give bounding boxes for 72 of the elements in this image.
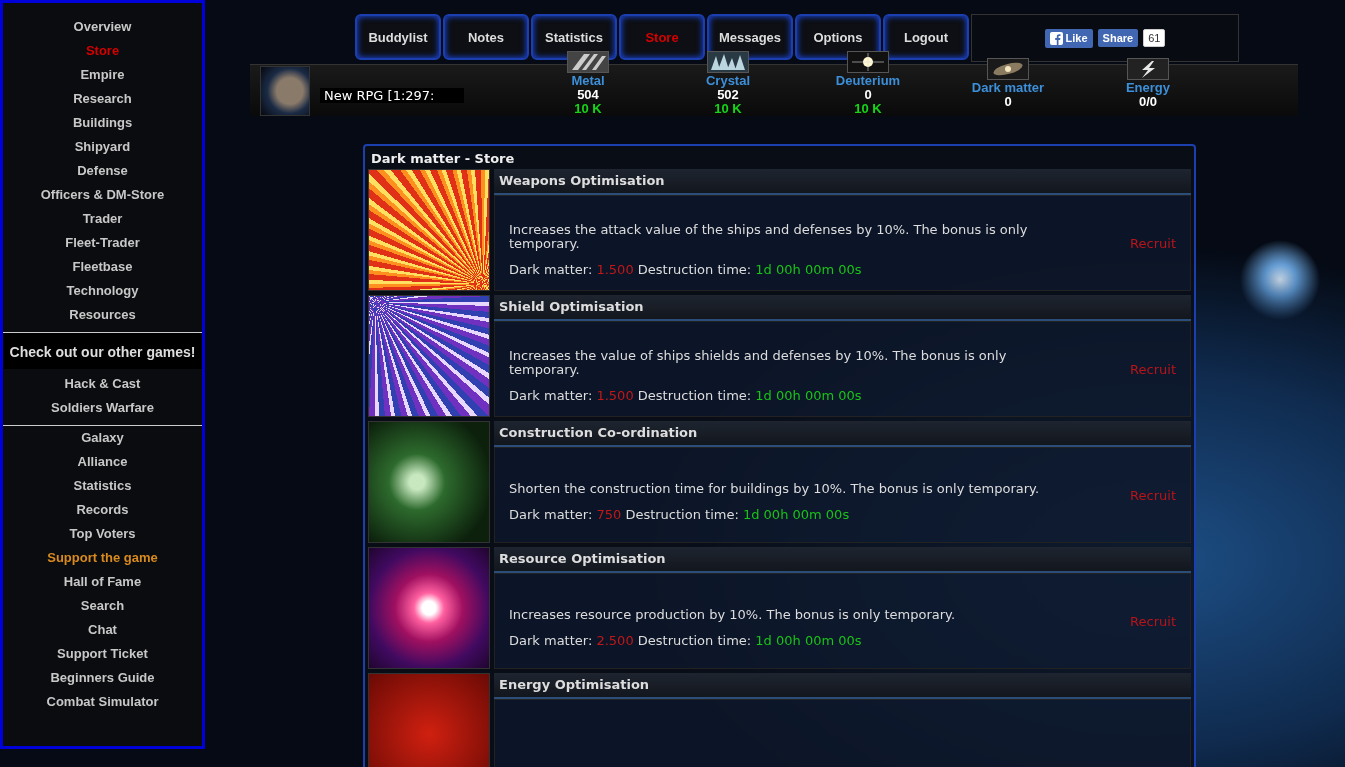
sidebar-item[interactable]: Technology: [66, 279, 139, 303]
resource-name: Deuterium: [835, 74, 901, 88]
item-title: Weapons Optimisation: [494, 169, 1191, 195]
sidebar-item[interactable]: Records: [76, 498, 129, 522]
glowing-star-icon: [847, 51, 889, 73]
sidebar-item[interactable]: Overview: [73, 15, 132, 39]
sidebar-item[interactable]: Trader: [82, 207, 123, 231]
sidebar-item[interactable]: Soldiers Warfare: [51, 396, 154, 420]
panel-title: Dark matter - Store: [370, 150, 516, 168]
item-title: Shield Optimisation: [494, 295, 1191, 321]
sidebar-item[interactable]: Empire: [80, 63, 125, 87]
resource-amount: 0: [864, 88, 872, 102]
item-title: Energy Optimisation: [494, 673, 1191, 699]
sidebar-item[interactable]: Galaxy: [81, 426, 124, 450]
item-description: Increases resource production by 10%. The bonus is only temporary.: [509, 608, 957, 622]
resource-amount: 502: [717, 88, 739, 102]
facebook-icon: [1049, 31, 1063, 45]
nav-tab[interactable]: Store: [619, 14, 705, 60]
sidebar-item[interactable]: Top Voters: [69, 522, 136, 546]
sidebar-item[interactable]: Beginners Guide: [50, 666, 155, 690]
crystal-icon: [707, 51, 749, 73]
sidebar-item[interactable]: Shipyard: [74, 135, 131, 159]
sidebar-item[interactable]: Alliance: [77, 450, 128, 474]
sidebar-item[interactable]: Research: [73, 87, 132, 111]
sidebar-item[interactable]: Officers & DM-Store: [40, 183, 165, 207]
metal-bars-icon: [567, 51, 609, 73]
nav-tab[interactable]: Buddylist: [355, 14, 441, 60]
nav-tab[interactable]: Statistics: [531, 14, 617, 60]
sidebar-item[interactable]: Buildings: [72, 111, 133, 135]
sidebar-item[interactable]: Fleet-Trader: [65, 231, 140, 255]
sidebar-item[interactable]: Combat Simulator: [46, 690, 159, 714]
cost-line: Dark matter: 1.500 Destruction time: 1d 00h 00m 00s: [509, 389, 863, 403]
lightning-icon: [1127, 58, 1169, 80]
item-title: Resource Optimisation: [494, 547, 1191, 573]
share-button[interactable]: Share: [1097, 29, 1139, 47]
resource-name: Crystal: [705, 74, 751, 88]
nav-tab[interactable]: Logout: [883, 14, 969, 60]
sidebar-item[interactable]: Statistics: [73, 474, 132, 498]
share-count: 61: [1143, 29, 1166, 47]
resource-production: 10 K: [854, 102, 882, 116]
cost-line: Dark matter: 750 Destruction time: 1d 00h 00m 00s: [509, 508, 851, 522]
resource-production: 10 K: [574, 102, 602, 116]
item-description: Shorten the construction time for buildings by 10%. The bonus is only temporary.: [509, 482, 1041, 496]
resource-amount: 0/0: [1138, 95, 1158, 109]
item-description: Increases the value of ships shields and defenses by 10%. The bonus is only temporary.: [509, 349, 1008, 377]
resource-name: Metal: [571, 74, 605, 88]
section-heading: Check out our other games!: [3, 333, 202, 369]
resource-amount: 0: [1004, 95, 1012, 109]
sidebar-item[interactable]: Support the game: [47, 546, 158, 570]
sidebar-item[interactable]: Store: [85, 39, 120, 63]
sidebar-item[interactable]: Support Ticket: [57, 642, 148, 666]
resource-name: Dark matter: [971, 81, 1045, 95]
sidebar-item[interactable]: Hack & Cast: [64, 372, 141, 396]
galaxy-icon: [987, 58, 1029, 80]
resource-production: 10 K: [714, 102, 742, 116]
nav-tab[interactable]: Messages: [707, 14, 793, 60]
cost-line: Dark matter: 1.500 Destruction time: 1d 00h 00m 00s: [509, 263, 863, 277]
sidebar-item[interactable]: Defense: [77, 159, 128, 183]
sidebar-item[interactable]: Fleetbase: [72, 255, 133, 279]
item-description: Increases the attack value of the ships and defenses by 10%. The bonus is only temporary.: [509, 223, 1029, 251]
sidebar-item[interactable]: Hall of Fame: [63, 570, 142, 594]
sidebar-item[interactable]: Resources: [69, 303, 136, 327]
nav-tab[interactable]: Options: [795, 14, 881, 60]
sidebar-item[interactable]: Search: [80, 594, 125, 618]
nav-tab[interactable]: Notes: [443, 14, 529, 60]
cost-line: Dark matter: 2.500 Destruction time: 1d 00h 00m 00s: [509, 634, 863, 648]
planet-select[interactable]: New RPG [1:297:: [320, 88, 464, 103]
like-button[interactable]: Like: [1044, 28, 1093, 48]
item-title: Construction Co-ordination: [494, 421, 1191, 447]
resource-name: Energy: [1125, 81, 1171, 95]
sidebar-item[interactable]: Chat: [88, 618, 117, 642]
resource-amount: 504: [577, 88, 599, 102]
